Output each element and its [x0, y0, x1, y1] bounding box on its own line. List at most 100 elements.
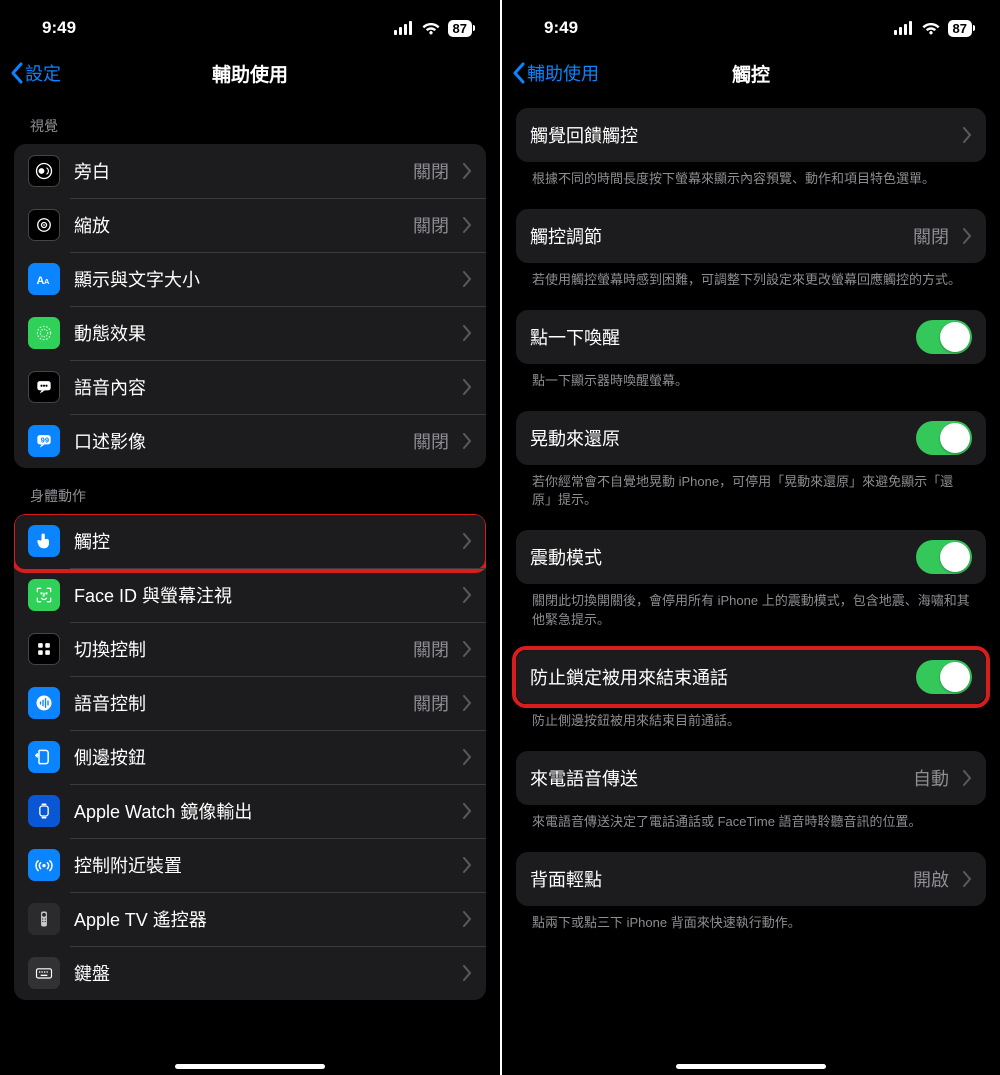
back-button[interactable]: 輔助使用: [510, 56, 601, 90]
back-label: 輔助使用: [527, 60, 599, 86]
home-indicator[interactable]: [676, 1064, 826, 1069]
footer-touch-accommodations: 若使用觸控螢幕時感到困難，可調整下列設定來更改螢幕回應觸控的方式。: [516, 263, 986, 296]
group-header-motor: 身體動作: [14, 468, 486, 514]
phone-left: 9:49 87 設定 輔助使用 視覺 旁白 關閉: [0, 0, 500, 1075]
toggle-prevent-lock-end-call[interactable]: [916, 660, 972, 694]
chevron-right-icon: [463, 911, 472, 927]
row-label: Apple Watch 鏡像輸出: [74, 798, 449, 824]
row-call-audio-routing[interactable]: 來電語音傳送 自動: [516, 751, 986, 805]
row-label: Apple TV 遙控器: [74, 906, 449, 932]
row-faceid[interactable]: Face ID 與螢幕注視: [14, 568, 486, 622]
row-value: 關閉: [413, 212, 449, 238]
row-label: 防止鎖定被用來結束通話: [530, 664, 902, 690]
group-shake-to-undo: 晃動來還原: [516, 411, 986, 465]
row-touch[interactable]: 觸控: [14, 514, 486, 568]
row-label: 震動模式: [530, 544, 902, 570]
battery-indicator: 87: [948, 20, 972, 37]
row-display-text-size[interactable]: AA 顯示與文字大小: [14, 252, 486, 306]
voicectl-icon: [28, 687, 60, 719]
settings-scroll[interactable]: 視覺 旁白 關閉 縮放 關閉 AA: [0, 98, 500, 1075]
row-value: 自動: [913, 765, 949, 791]
group-call-audio-routing: 來電語音傳送 自動: [516, 751, 986, 805]
nearby-icon: [28, 849, 60, 881]
switch-icon: [28, 633, 60, 665]
row-label: 來電語音傳送: [530, 765, 899, 791]
toggle-shake-to-undo[interactable]: [916, 421, 972, 455]
row-apple-tv-remote[interactable]: Apple TV 遙控器: [14, 892, 486, 946]
row-value: 關閉: [413, 158, 449, 184]
toggle-tap-to-wake[interactable]: [916, 320, 972, 354]
nav-bar: 輔助使用 觸控: [502, 48, 1000, 98]
group-header-vision: 視覺: [14, 98, 486, 144]
row-switch-control[interactable]: 切換控制 關閉: [14, 622, 486, 676]
page-title: 輔助使用: [0, 60, 500, 87]
row-keyboards[interactable]: 鍵盤: [14, 946, 486, 1000]
row-control-nearby[interactable]: 控制附近裝置: [14, 838, 486, 892]
back-label: 設定: [25, 60, 61, 86]
footer-back-tap: 點兩下或點三下 iPhone 背面來快速執行動作。: [516, 906, 986, 939]
back-button[interactable]: 設定: [8, 56, 63, 90]
chevron-right-icon: [963, 770, 972, 786]
row-value: 關閉: [413, 636, 449, 662]
row-touch-accommodations[interactable]: 觸控調節 關閉: [516, 209, 986, 263]
faceid-icon: [28, 579, 60, 611]
row-value: 關閉: [913, 223, 949, 249]
chevron-right-icon: [463, 965, 472, 981]
chevron-right-icon: [963, 127, 972, 143]
row-vibration[interactable]: 震動模式: [516, 530, 986, 584]
status-bar: 9:49 87: [0, 0, 500, 48]
footer-prevent-lock: 防止側邊按鈕被用來結束目前通話。: [516, 704, 986, 737]
row-voiceover[interactable]: 旁白 關閉: [14, 144, 486, 198]
chevron-right-icon: [463, 803, 472, 819]
row-label: 觸控調節: [530, 223, 899, 249]
textsize-icon: AA: [28, 263, 60, 295]
audiodesc-icon: 99: [28, 425, 60, 457]
voiceover-icon: [28, 155, 60, 187]
row-side-button[interactable]: 側邊按鈕: [14, 730, 486, 784]
chevron-right-icon: [463, 271, 472, 287]
row-tap-to-wake[interactable]: 點一下喚醒: [516, 310, 986, 364]
footer-shake-to-undo: 若你經常會不自覺地晃動 iPhone，可停用「晃動來還原」來避免顯示「還原」提示…: [516, 465, 986, 517]
appletv-icon: [28, 903, 60, 935]
row-shake-to-undo[interactable]: 晃動來還原: [516, 411, 986, 465]
footer-tap-to-wake: 點一下顯示器時喚醒螢幕。: [516, 364, 986, 397]
chevron-right-icon: [463, 217, 472, 233]
row-value: 關閉: [413, 690, 449, 716]
row-spoken-content[interactable]: 語音內容: [14, 360, 486, 414]
phone-right: 9:49 87 輔助使用 觸控 觸覺回饋觸控 根據不同的時間長度按下螢幕來顯示內…: [500, 0, 1000, 1075]
row-label: 切換控制: [74, 636, 399, 662]
wifi-icon: [421, 21, 441, 35]
chevron-right-icon: [463, 749, 472, 765]
row-haptic-touch[interactable]: 觸覺回饋觸控: [516, 108, 986, 162]
row-label: 觸控: [74, 528, 449, 554]
battery-indicator: 87: [448, 20, 472, 37]
touch-scroll[interactable]: 觸覺回饋觸控 根據不同的時間長度按下螢幕來顯示內容預覽、動作和項目特色選單。 觸…: [502, 98, 1000, 1075]
home-indicator[interactable]: [175, 1064, 325, 1069]
status-time: 9:49: [544, 18, 578, 38]
row-label: 背面輕點: [530, 866, 899, 892]
row-label: 語音控制: [74, 690, 399, 716]
row-voice-control[interactable]: 語音控制 關閉: [14, 676, 486, 730]
chevron-right-icon: [463, 379, 472, 395]
chevron-right-icon: [963, 871, 972, 887]
keyboard-icon: [28, 957, 60, 989]
row-audio-descriptions[interactable]: 99 口述影像 關閉: [14, 414, 486, 468]
group-prevent-lock-end-call: 防止鎖定被用來結束通話: [516, 650, 986, 704]
row-back-tap[interactable]: 背面輕點 開啟: [516, 852, 986, 906]
group-back-tap: 背面輕點 開啟: [516, 852, 986, 906]
footer-call-audio-routing: 來電語音傳送決定了電話通話或 FaceTime 語音時聆聽音訊的位置。: [516, 805, 986, 838]
group-vision: 旁白 關閉 縮放 關閉 AA 顯示與文字大小: [14, 144, 486, 468]
row-label: 鍵盤: [74, 960, 449, 986]
toggle-vibration[interactable]: [916, 540, 972, 574]
chevron-right-icon: [463, 641, 472, 657]
row-prevent-lock-end-call[interactable]: 防止鎖定被用來結束通話: [516, 650, 986, 704]
chevron-right-icon: [463, 433, 472, 449]
chevron-right-icon: [463, 325, 472, 341]
row-label: 旁白: [74, 158, 399, 184]
row-apple-watch[interactable]: Apple Watch 鏡像輸出: [14, 784, 486, 838]
row-motion[interactable]: 動態效果: [14, 306, 486, 360]
status-indicators: 87: [894, 20, 972, 37]
row-value: 開啟: [913, 866, 949, 892]
row-zoom[interactable]: 縮放 關閉: [14, 198, 486, 252]
chevron-right-icon: [463, 163, 472, 179]
